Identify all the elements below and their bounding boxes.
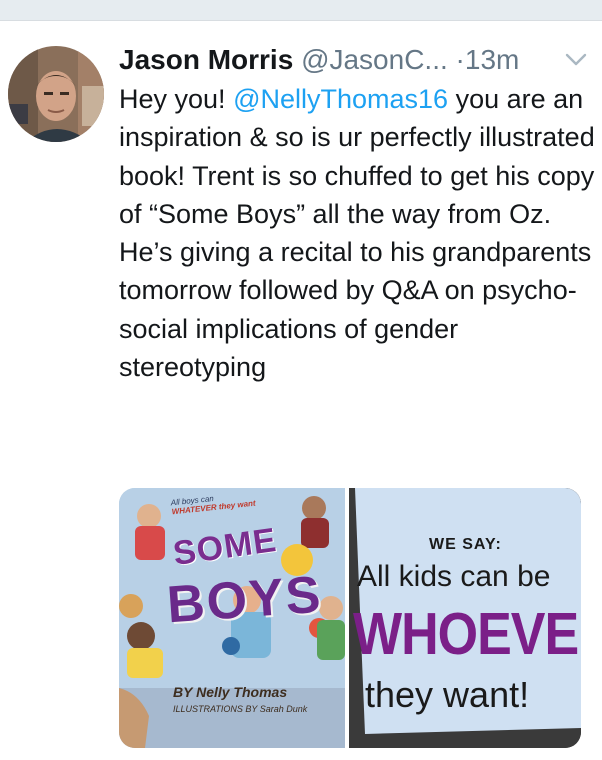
tweet-header: Jason Morris @JasonC... ·13m	[119, 40, 595, 80]
book-author: BY Nelly Thomas	[173, 684, 288, 700]
timestamp[interactable]: 13m	[465, 44, 519, 75]
media-image-book-cover[interactable]: All boys can WHATEVER they want SOME BOY…	[119, 488, 345, 748]
media-image-sign[interactable]: WE SAY: All kids can be WHOEVER they wan…	[349, 488, 581, 748]
sign-line-3: WHOEVER	[353, 601, 581, 668]
avatar-photo	[8, 46, 104, 142]
tweet-text-part: you are an inspiration & so is ur perfec…	[119, 84, 595, 383]
top-divider	[0, 20, 602, 21]
mention-link[interactable]: @NellyThomas16	[233, 84, 448, 114]
sign-line-4: they want!	[365, 674, 530, 715]
avatar[interactable]	[8, 46, 104, 142]
author-name[interactable]: Jason Morris	[119, 44, 293, 75]
tweet-text: Hey you! @NellyThomas16 you are an inspi…	[119, 80, 595, 386]
sign-line-2: All kids can be	[357, 560, 551, 593]
tweet-text-part: Hey you!	[119, 84, 234, 114]
top-bar	[0, 0, 602, 20]
book-title-bottom: BOYS	[165, 565, 325, 635]
separator-dot: ·	[455, 44, 465, 75]
chevron-down-icon[interactable]	[563, 50, 589, 70]
media-grid: All boys can WHATEVER they want SOME BOY…	[119, 488, 581, 748]
author-handle[interactable]: @JasonC...	[301, 44, 448, 75]
sign-line-1: WE SAY:	[429, 536, 502, 553]
book-illustrator: ILLUSTRATIONS BY Sarah Dunk	[173, 704, 308, 714]
